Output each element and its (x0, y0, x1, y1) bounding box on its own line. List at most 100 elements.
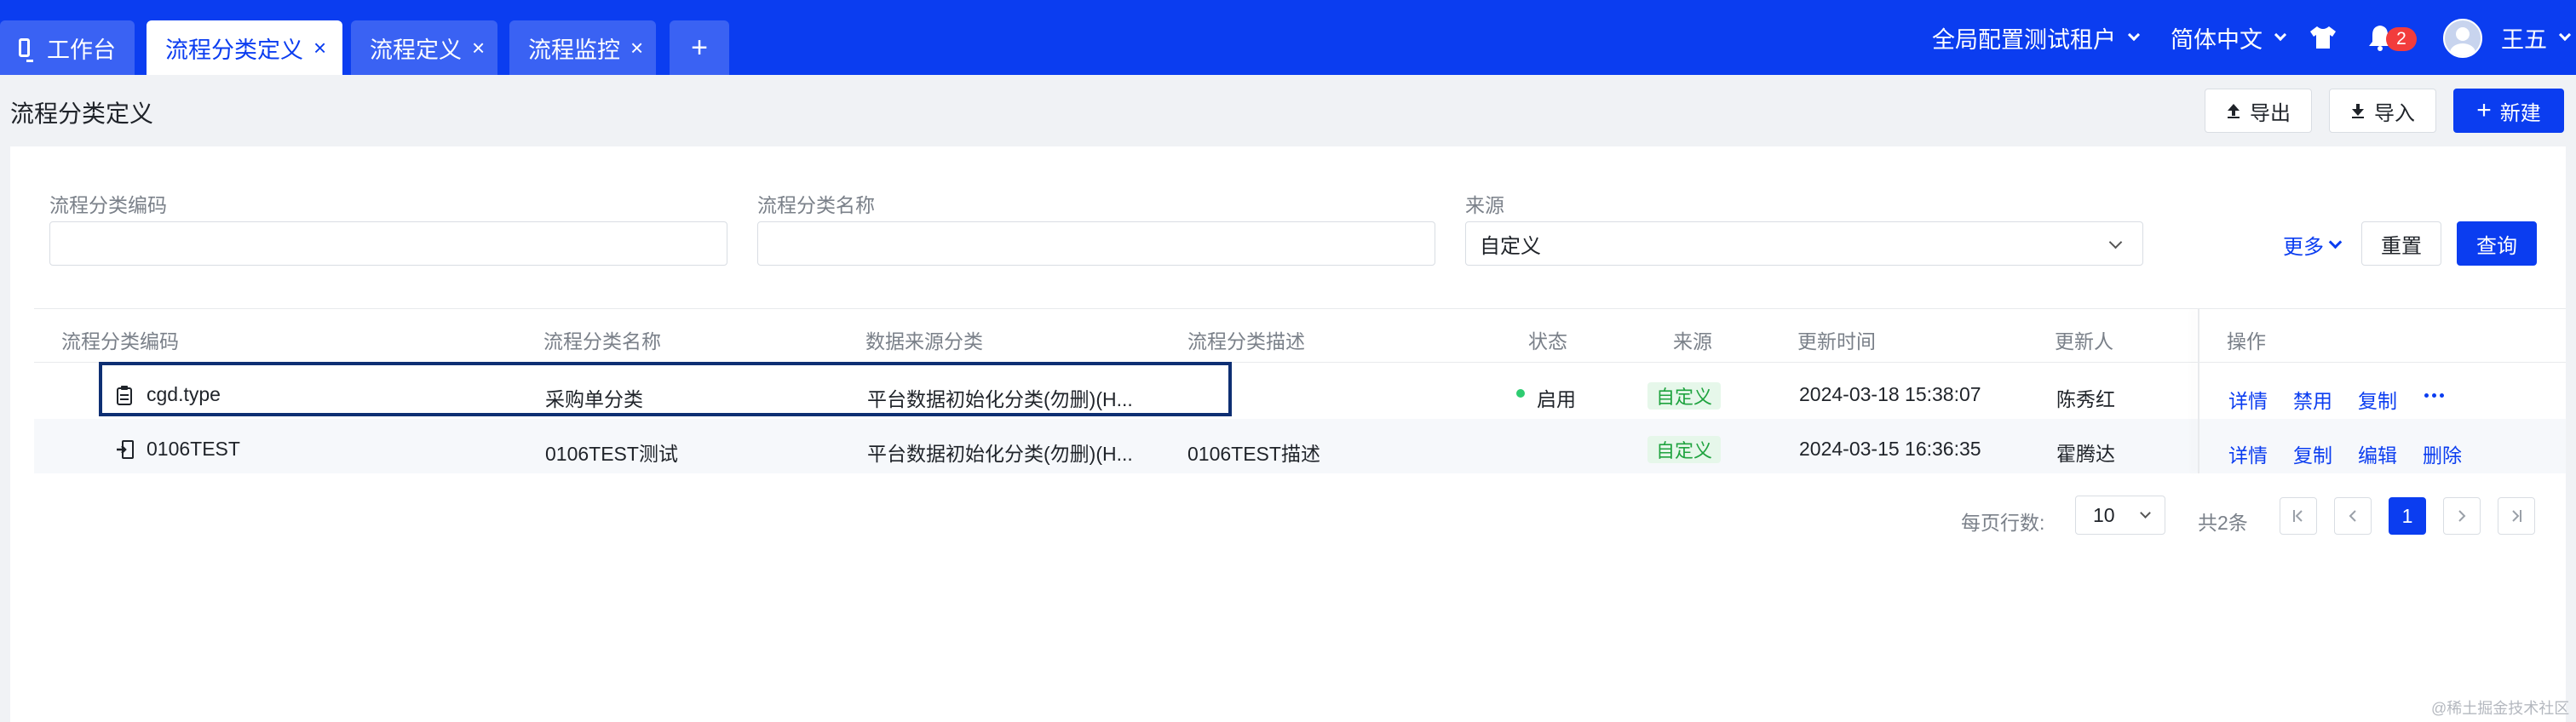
upload-icon (2228, 104, 2240, 118)
first-page-button[interactable] (2280, 497, 2317, 535)
new-label: 新建 (2499, 101, 2541, 125)
new-button[interactable]: + 新建 (2453, 89, 2564, 133)
disable-link[interactable]: 禁用 (2293, 385, 2332, 414)
row-updated-by: 陈秀红 (2056, 388, 2115, 410)
chevron-down-icon (2127, 28, 2141, 42)
query-button[interactable]: 查询 (2457, 221, 2537, 266)
download-icon (2352, 104, 2364, 118)
last-page-button[interactable] (2498, 497, 2535, 535)
column-header: 来源 (1673, 330, 1712, 352)
last-page-icon (2512, 510, 2521, 522)
tab-label: 流程监控 (528, 37, 620, 63)
tab-process-category[interactable]: 流程分类定义 × (147, 20, 342, 75)
column-header: 操作 (2227, 330, 2266, 352)
reset-label: 重置 (2381, 234, 2422, 258)
source-filter-value: 自定义 (1480, 234, 1541, 258)
chevron-down-icon (2328, 235, 2343, 249)
source-filter-select[interactable]: 自定义 (1465, 221, 2143, 266)
edit-link[interactable]: 编辑 (2358, 439, 2397, 468)
actions-column-divider (2198, 308, 2199, 473)
import-label: 导入 (2374, 101, 2415, 125)
rows-per-page-select[interactable]: 10 (2075, 496, 2165, 535)
code-filter-label: 流程分类编码 (49, 194, 167, 216)
column-header: 流程分类名称 (543, 330, 661, 352)
close-icon[interactable]: × (472, 37, 485, 59)
page-number-button[interactable]: 1 (2389, 497, 2426, 535)
language-label: 简体中文 (2171, 26, 2263, 53)
plus-icon: + (2476, 96, 2492, 124)
copy-link[interactable]: 复制 (2293, 439, 2332, 468)
detail-link[interactable]: 详情 (2228, 385, 2268, 414)
column-header: 状态 (1528, 330, 1567, 352)
next-page-icon (2458, 510, 2466, 522)
source-tag: 自定义 (1647, 382, 1722, 410)
row-name: 0106TEST测试 (545, 443, 678, 465)
export-label: 导出 (2250, 101, 2291, 125)
theme-button[interactable] (2309, 0, 2337, 75)
rows-per-page-value: 10 (2093, 503, 2115, 526)
user-menu[interactable]: 王五 (2501, 0, 2572, 75)
code-filter-input[interactable] (49, 221, 727, 266)
chevron-down-icon (2140, 507, 2151, 519)
chevron-down-icon (2274, 28, 2287, 42)
watermark: @稀土掘金技术社区 (2431, 700, 2570, 717)
prev-page-icon (2349, 510, 2356, 522)
column-header: 数据来源分类 (865, 330, 983, 352)
column-header: 流程分类编码 (61, 330, 179, 352)
row-highlight-box (99, 362, 1232, 416)
close-icon[interactable]: × (630, 37, 643, 59)
workbench-icon (19, 38, 33, 62)
row-code: 0106TEST (147, 438, 240, 460)
chevron-down-icon (2558, 28, 2572, 42)
language-selector[interactable]: 简体中文 (2171, 0, 2287, 75)
query-label: 查询 (2476, 234, 2517, 258)
column-header: 更新时间 (1797, 330, 1876, 352)
export-button[interactable]: 导出 (2205, 89, 2312, 133)
next-page-button[interactable] (2443, 497, 2481, 535)
name-filter-label: 流程分类名称 (757, 194, 875, 216)
tab-label: 流程分类定义 (165, 37, 303, 63)
import-button[interactable]: 导入 (2329, 89, 2436, 133)
source-tag: 自定义 (1647, 436, 1722, 463)
column-header: 流程分类描述 (1187, 330, 1305, 352)
plus-icon: + (691, 31, 708, 64)
source-filter-label: 来源 (1465, 194, 1504, 216)
notification-badge: 2 (2386, 27, 2417, 51)
more-filters-toggle[interactable]: 更多 (2283, 230, 2343, 260)
name-filter-input[interactable] (757, 221, 1435, 266)
detail-link[interactable]: 详情 (2228, 439, 2268, 468)
tab-process-monitor[interactable]: 流程监控 × (509, 20, 656, 75)
column-header: 更新人 (2055, 330, 2113, 352)
reset-button[interactable]: 重置 (2361, 221, 2441, 266)
tenant-label: 全局配置测试租户 (1932, 26, 2116, 53)
avatar[interactable] (2443, 19, 2482, 58)
row-data-source: 平台数据初始化分类(勿删)(H... (867, 443, 1133, 465)
copy-link[interactable]: 复制 (2358, 385, 2397, 414)
shirt-icon (2310, 26, 2336, 49)
total-count: 共2条 (2198, 512, 2248, 534)
tenant-selector[interactable]: 全局配置测试租户 (1932, 0, 2141, 75)
export-doc-icon (117, 440, 134, 459)
current-page: 1 (2401, 504, 2413, 527)
add-tab-button[interactable]: + (670, 20, 729, 75)
page-title: 流程分类定义 (10, 100, 154, 127)
first-page-icon (2293, 510, 2303, 522)
row-updated-by: 霍腾达 (2056, 443, 2115, 465)
row-status: 启用 (1537, 388, 1576, 410)
tab-workbench[interactable]: 工作台 (0, 20, 135, 75)
user-name: 王五 (2501, 26, 2547, 53)
rows-per-page-label: 每页行数: (1961, 512, 2045, 534)
status-dot (1516, 389, 1525, 398)
delete-link[interactable]: 删除 (2423, 439, 2462, 468)
tab-label: 工作台 (47, 37, 116, 63)
ellipsis-icon[interactable] (2424, 393, 2444, 398)
more-label: 更多 (2283, 236, 2324, 259)
prev-page-button[interactable] (2334, 497, 2372, 535)
row-description: 0106TEST描述 (1187, 443, 1320, 465)
row-updated-at: 2024-03-18 15:38:07 (1799, 383, 1981, 405)
row-updated-at: 2024-03-15 16:36:35 (1799, 438, 1981, 460)
close-icon[interactable]: × (313, 37, 326, 59)
chevron-down-icon (2108, 235, 2123, 249)
tab-process-definition[interactable]: 流程定义 × (351, 20, 497, 75)
tab-label: 流程定义 (370, 37, 462, 63)
